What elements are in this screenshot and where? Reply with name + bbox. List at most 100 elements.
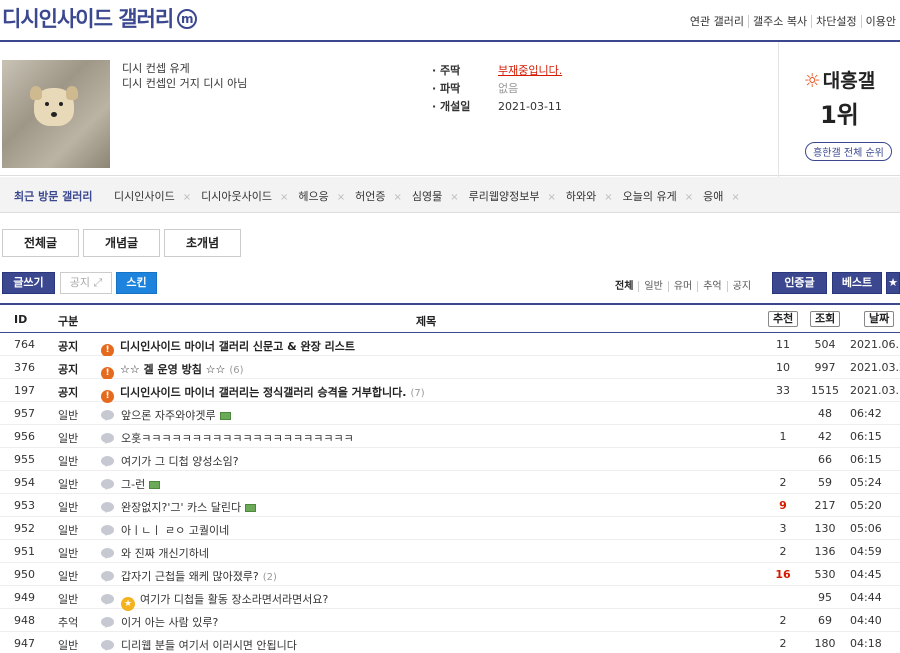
table-row[interactable]: 947 일반 디리웹 분들 여기서 이러시면 안됩니다 2 180 04:18 xyxy=(0,632,900,653)
row-subject[interactable]: 여기가 그 디첩 양성소임? xyxy=(101,453,239,469)
table-row[interactable]: 197 공지 ! 디시인사이드 마이너 갤러리는 정식갤러리 승격을 거부합니다.… xyxy=(0,379,900,403)
row-subject[interactable]: 와 진짜 개신기하네 xyxy=(101,545,209,561)
table-row[interactable]: 948 추억 이거 아는 사람 있루? 2 69 04:40 xyxy=(0,609,900,632)
header-views[interactable]: 조회 xyxy=(810,311,841,327)
manager-value[interactable]: 부재중입니다. xyxy=(498,64,562,77)
gallery-description: 디시 컨셉 유게 디시 컨셉인 거지 디시 아님 xyxy=(122,61,247,91)
image-icon xyxy=(149,481,161,489)
full-ranking-button[interactable]: 흥한갤 전체 순위 xyxy=(805,142,892,161)
row-category: 일반 xyxy=(58,455,79,468)
top-links: 연관 갤러리 갤주소 복사 차단설정 이용안 xyxy=(686,13,900,29)
close-icon[interactable]: × xyxy=(337,192,345,203)
table-row[interactable]: 955 일반 여기가 그 디첩 양성소임? 66 06:15 xyxy=(0,448,900,471)
tab-concept[interactable]: 개념글 xyxy=(83,229,160,257)
row-date: 04:45 xyxy=(850,568,882,581)
close-icon[interactable]: × xyxy=(548,192,556,203)
filter-notice[interactable]: 공지 xyxy=(726,281,757,292)
row-date: 06:15 xyxy=(850,430,882,443)
row-category: 일반 xyxy=(58,639,79,652)
recent-item[interactable]: 루리웹양정보부 xyxy=(469,190,540,203)
table-row[interactable]: 951 일반 와 진짜 개신기하네 2 136 04:59 xyxy=(0,540,900,563)
table-row[interactable]: 376 공지 ! ☆☆ 겔 운영 방침 ☆☆ (6) 10 997 2021.03.… xyxy=(0,356,900,380)
recent-item[interactable]: 심영물 xyxy=(412,190,442,203)
row-subject[interactable]: ! ☆☆ 겔 운영 방침 ☆☆ (6) xyxy=(101,361,244,380)
row-subject[interactable]: 디리웹 분들 여기서 이러시면 안됩니다 xyxy=(101,637,297,653)
write-button[interactable]: 글쓰기 xyxy=(2,272,55,294)
row-subject[interactable]: 아ㅣㄴㅣ ㄹㅇ 고퀄이네 xyxy=(101,522,229,538)
row-recommend: 9 xyxy=(779,499,787,512)
filter-humor[interactable]: 유머 xyxy=(667,281,698,292)
row-subject[interactable]: 이거 아는 사람 있루? xyxy=(101,614,218,630)
row-views: 66 xyxy=(818,453,832,466)
close-icon[interactable]: × xyxy=(280,192,288,203)
row-subject[interactable]: 완장없지?'그' 카스 달린다 xyxy=(101,499,257,515)
row-subject[interactable]: 앞으론 자주와야겟루 xyxy=(101,407,231,423)
best-button[interactable]: 베스트 xyxy=(832,272,882,294)
row-subject[interactable]: ! 디시인사이드 마이너 갤러리는 정식갤러리 승격을 거부합니다. (7) xyxy=(101,384,425,403)
table-header: ID 구분 제목 추천 조회 날짜 xyxy=(0,303,900,333)
manager-label: · 주딱 xyxy=(432,64,461,77)
recent-item[interactable]: 디시아웃사이드 xyxy=(201,190,272,203)
row-subject[interactable]: 그-런 xyxy=(101,476,161,492)
speech-bubble-icon xyxy=(101,410,114,421)
gallery-title[interactable]: 디시인사이드 갤러리 m xyxy=(2,3,198,33)
recent-item[interactable]: 헤으응 xyxy=(298,190,328,203)
filter-memory[interactable]: 추억 xyxy=(697,281,727,292)
table-row[interactable]: 953 일반 완장없지?'그' 카스 달린다 9 217 05:20 xyxy=(0,494,900,517)
close-icon[interactable]: × xyxy=(685,192,693,203)
close-icon[interactable]: × xyxy=(450,192,458,203)
comment-count[interactable]: (6) xyxy=(229,365,243,376)
table-row[interactable]: 950 일반 갑자기 근첩들 왜케 많아졌루? (2) 16 530 04:45 xyxy=(0,563,900,586)
recent-item[interactable]: 디시인사이드 xyxy=(114,190,175,203)
usage-link[interactable]: 이용안 xyxy=(860,15,900,28)
row-category: 추억 xyxy=(58,616,79,629)
row-views: 1515 xyxy=(811,384,839,397)
recent-item[interactable]: 응애 xyxy=(703,190,723,203)
close-icon[interactable]: × xyxy=(183,192,191,203)
copy-address-link[interactable]: 갤주소 복사 xyxy=(748,15,812,28)
close-icon[interactable]: × xyxy=(731,192,739,203)
verified-posts-button[interactable]: 인증글 xyxy=(772,272,827,294)
row-id: 951 xyxy=(14,545,35,558)
row-views: 95 xyxy=(818,591,832,604)
table-row[interactable]: 954 일반 그-런 2 59 05:24 xyxy=(0,471,900,494)
row-subject[interactable]: 갑자기 근첩들 왜케 많아졌루? (2) xyxy=(101,568,277,584)
row-category: 일반 xyxy=(58,478,79,491)
table-row[interactable]: 952 일반 아ㅣㄴㅣ ㄹㅇ 고퀄이네 3 130 05:06 xyxy=(0,517,900,540)
row-subject[interactable]: ★ 여기가 디첩들 활동 장소라면서라면서요? xyxy=(101,591,328,611)
block-settings-link[interactable]: 차단설정 xyxy=(811,15,861,28)
row-id: 956 xyxy=(14,430,35,443)
table-row[interactable]: 764 공지 ! 디시인사이드 마이너 갤러리 신문고 & 완장 리스트 11 5… xyxy=(0,333,900,357)
recent-item[interactable]: 오늘의 유게 xyxy=(623,190,677,203)
row-recommend: 11 xyxy=(776,338,790,351)
row-date: 06:15 xyxy=(850,453,882,466)
table-row[interactable]: 949 일반 ★ 여기가 디첩들 활동 장소라면서라면서요? 95 04:44 xyxy=(0,586,900,611)
filter-general[interactable]: 일반 xyxy=(638,281,668,292)
recent-item[interactable]: 하와와 xyxy=(566,190,596,203)
row-views: 530 xyxy=(814,568,836,581)
close-icon[interactable]: × xyxy=(604,192,612,203)
header-date[interactable]: 날짜 xyxy=(864,311,895,327)
recent-item[interactable]: 허언증 xyxy=(355,190,385,203)
skin-button[interactable]: 스킨 xyxy=(116,272,157,294)
close-icon[interactable]: × xyxy=(394,192,402,203)
comment-count[interactable]: (7) xyxy=(410,388,424,399)
star-icon[interactable]: ★ xyxy=(886,272,900,294)
table-row[interactable]: 957 일반 앞으론 자주와야겟루 48 06:42 xyxy=(0,402,900,425)
comment-count[interactable]: (2) xyxy=(263,572,277,583)
row-subject[interactable]: 오홋ㅋㅋㅋㅋㅋㅋㅋㅋㅋㅋㅋㅋㅋㅋㅋㅋㅋㅋㅋㅋㅋ xyxy=(101,430,354,446)
header-recommend[interactable]: 추천 xyxy=(768,311,799,327)
speech-bubble-icon xyxy=(101,640,114,651)
tab-all[interactable]: 전체글 xyxy=(2,229,79,257)
row-id: 950 xyxy=(14,568,35,581)
tab-super-concept[interactable]: 초개념 xyxy=(164,229,241,257)
table-row[interactable]: 956 일반 오홋ㅋㅋㅋㅋㅋㅋㅋㅋㅋㅋㅋㅋㅋㅋㅋㅋㅋㅋㅋㅋㅋ 1 42 06:1… xyxy=(0,425,900,448)
filter-all[interactable]: 전체 xyxy=(610,281,638,292)
row-views: 180 xyxy=(814,637,836,650)
notice-toggle-button[interactable]: 공지 ⤢ xyxy=(60,272,112,294)
gallery-info-panel: 디시 컨셉 유게 디시 컨셉인 거지 디시 아님 · 주딱 부재중입니다. · 파… xyxy=(0,40,900,177)
row-subject[interactable]: ! 디시인사이드 마이너 갤러리 신문고 & 완장 리스트 xyxy=(101,338,355,357)
related-gallery-link[interactable]: 연관 갤러리 xyxy=(686,15,748,28)
row-date: 04:59 xyxy=(850,545,882,558)
row-date: 04:40 xyxy=(850,614,882,627)
